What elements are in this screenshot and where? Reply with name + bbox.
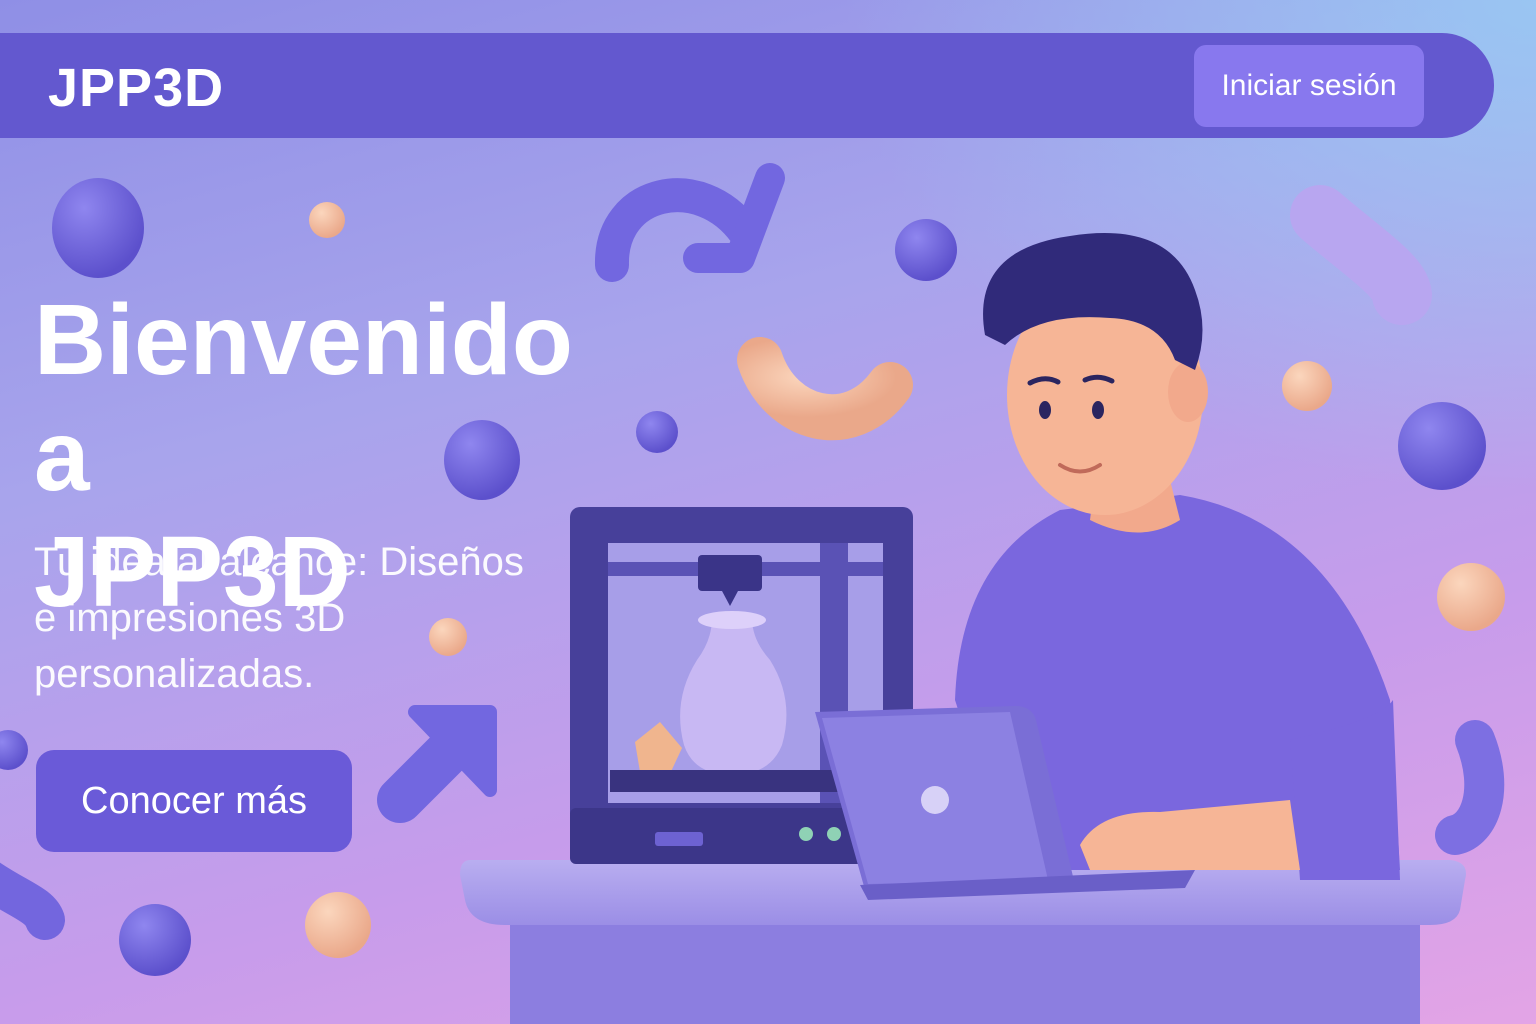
hero-title-line1: Bienvenido a: [34, 284, 573, 512]
hero-subtitle: Tu idea al alcance: Diseños e impresione…: [34, 534, 554, 702]
purple-blob-shape: [1290, 185, 1432, 325]
curved-arrow-icon: [594, 163, 785, 282]
hero-subtitle-line3: personalizadas.: [34, 652, 315, 696]
purple-worm-shape-left: [0, 862, 65, 940]
login-button[interactable]: Iniciar sesión: [1194, 45, 1424, 127]
hero-subtitle-line2: e impresiones 3D: [34, 596, 346, 640]
purple-worm-shape: [1435, 720, 1505, 855]
hero-subtitle-line1: Tu idea al alcance: Diseños: [34, 540, 524, 584]
arrow-icon: [377, 705, 497, 823]
top-navbar: JPP3D Iniciar sesión: [0, 33, 1494, 138]
peach-squiggle-shape: [737, 337, 913, 441]
learn-more-button[interactable]: Conocer más: [36, 750, 352, 852]
brand-logo[interactable]: JPP3D: [48, 57, 224, 119]
